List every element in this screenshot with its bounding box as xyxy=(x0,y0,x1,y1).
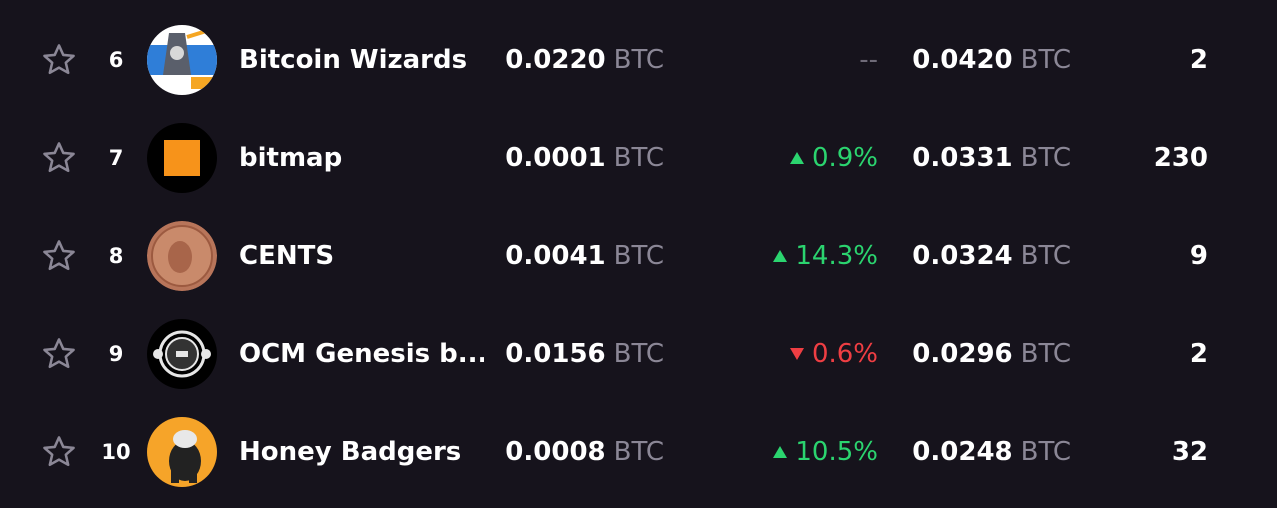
collection-name[interactable]: Honey Badgers xyxy=(239,403,484,501)
price-change-value: -- xyxy=(859,45,878,75)
floor-price: 0.0220 BTC xyxy=(470,11,664,109)
floor-price: 0.0001 BTC xyxy=(470,109,664,207)
volume-value: 0.0331 xyxy=(912,143,1013,173)
collection-name[interactable]: Bitcoin Wizards xyxy=(239,11,484,109)
star-icon xyxy=(43,240,75,271)
rank: 6 xyxy=(108,48,124,72)
collection-name[interactable]: CENTS xyxy=(239,207,484,305)
orange-square-avatar-icon[interactable] xyxy=(147,123,217,193)
triangle-up-icon xyxy=(773,250,788,262)
triangle-up-icon xyxy=(789,152,804,164)
currency-unit: BTC xyxy=(613,45,664,75)
floor-price-value: 0.0001 xyxy=(505,143,606,173)
currency-unit: BTC xyxy=(613,143,664,173)
currency-unit: BTC xyxy=(613,437,664,467)
table-row[interactable]: 7 bitmap 0.0001 BTC 0.9% 0.0331 BTC 230 xyxy=(0,109,1277,207)
owners-count: 2 xyxy=(1189,45,1208,75)
favorite-star-button[interactable] xyxy=(38,207,80,305)
favorite-star-button[interactable] xyxy=(38,109,80,207)
triangle-up-icon xyxy=(773,446,788,458)
currency-unit: BTC xyxy=(613,241,664,271)
owners-count: 9 xyxy=(1189,241,1208,271)
price-change: 10.5% xyxy=(700,403,878,501)
floor-price: 0.0008 BTC xyxy=(470,403,664,501)
price-change: 0.6% xyxy=(700,305,878,403)
currency-unit: BTC xyxy=(1020,45,1071,75)
volume: 0.0248 BTC xyxy=(880,403,1071,501)
price-change-value: 10.5% xyxy=(795,437,878,467)
star-icon xyxy=(43,338,75,369)
floor-price-value: 0.0156 xyxy=(505,339,606,369)
currency-unit: BTC xyxy=(1020,241,1071,271)
star-icon xyxy=(43,142,75,173)
currency-unit: BTC xyxy=(1020,437,1071,467)
price-change: -- xyxy=(700,11,878,109)
price-change-value: 0.9% xyxy=(811,143,878,173)
favorite-star-button[interactable] xyxy=(38,11,80,109)
volume: 0.0331 BTC xyxy=(880,109,1071,207)
volume: 0.0420 BTC xyxy=(880,11,1071,109)
collections-table: 6 Bitcoin Wizards 0.0220 BTC -- 0.0420 BTC… xyxy=(0,0,1277,508)
owners-count: 2 xyxy=(1189,339,1208,369)
star-icon xyxy=(43,44,75,75)
favorite-star-button[interactable] xyxy=(38,403,80,501)
volume-value: 0.0248 xyxy=(912,437,1013,467)
price-change: 14.3% xyxy=(700,207,878,305)
favorite-star-button[interactable] xyxy=(38,305,80,403)
owners-count: 32 xyxy=(1171,437,1208,467)
currency-unit: BTC xyxy=(613,339,664,369)
floor-price-value: 0.0220 xyxy=(505,45,606,75)
ocm-logo-avatar-icon[interactable] xyxy=(147,319,217,389)
volume-value: 0.0296 xyxy=(912,339,1013,369)
triangle-down-icon xyxy=(789,348,804,360)
rank: 8 xyxy=(108,244,124,268)
floor-price: 0.0156 BTC xyxy=(470,305,664,403)
price-change-value: 14.3% xyxy=(795,241,878,271)
volume-value: 0.0420 xyxy=(912,45,1013,75)
star-icon xyxy=(43,436,75,467)
rank: 10 xyxy=(101,440,131,464)
table-row[interactable]: 10 Honey Badgers 0.0008 BTC 10.5% 0.0248 B… xyxy=(0,403,1277,501)
floor-price-value: 0.0041 xyxy=(505,241,606,271)
floor-price-value: 0.0008 xyxy=(505,437,606,467)
table-row[interactable]: 6 Bitcoin Wizards 0.0220 BTC -- 0.0420 BTC… xyxy=(0,11,1277,109)
price-change-value: 0.6% xyxy=(811,339,878,369)
currency-unit: BTC xyxy=(1020,143,1071,173)
penny-coin-avatar-icon[interactable] xyxy=(147,221,217,291)
owners-count: 230 xyxy=(1153,143,1208,173)
table-row[interactable]: 9 OCM Genesis b... 0.0156 BTC 0.6% 0.0296… xyxy=(0,305,1277,403)
rank: 7 xyxy=(108,146,124,170)
price-change: 0.9% xyxy=(700,109,878,207)
floor-price: 0.0041 BTC xyxy=(470,207,664,305)
collection-name[interactable]: OCM Genesis b... xyxy=(239,305,484,403)
volume: 0.0296 BTC xyxy=(880,305,1071,403)
honey-badger-avatar-icon[interactable] xyxy=(147,417,217,487)
rank: 9 xyxy=(108,342,124,366)
volume: 0.0324 BTC xyxy=(880,207,1071,305)
table-row[interactable]: 8 CENTS 0.0041 BTC 14.3% 0.0324 BTC 9 xyxy=(0,207,1277,305)
currency-unit: BTC xyxy=(1020,339,1071,369)
collection-name[interactable]: bitmap xyxy=(239,109,484,207)
volume-value: 0.0324 xyxy=(912,241,1013,271)
wizard-avatar-icon[interactable] xyxy=(147,25,217,95)
